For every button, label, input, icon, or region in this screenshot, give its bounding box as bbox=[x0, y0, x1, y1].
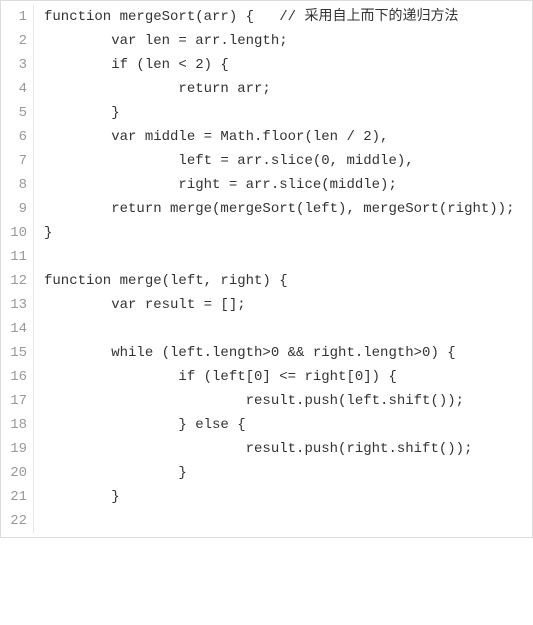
line-number: 10 bbox=[1, 221, 33, 245]
code-content: function mergeSort(arr) { // 采用自上而下的递归方法 bbox=[44, 5, 532, 29]
gutter-divider bbox=[33, 197, 34, 221]
gutter-divider bbox=[33, 245, 34, 269]
code-line: 3 if (len < 2) { bbox=[1, 53, 532, 77]
gutter-divider bbox=[33, 317, 34, 341]
code-content: var middle = Math.floor(len / 2), bbox=[44, 125, 532, 149]
code-line: 21 } bbox=[1, 485, 532, 509]
code-line: 13 var result = []; bbox=[1, 293, 532, 317]
code-content: var result = []; bbox=[44, 293, 532, 317]
gutter-divider bbox=[33, 77, 34, 101]
line-number: 6 bbox=[1, 125, 33, 149]
code-line: 22 bbox=[1, 509, 532, 533]
code-line: 11 bbox=[1, 245, 532, 269]
code-line: 18 } else { bbox=[1, 413, 532, 437]
code-content: left = arr.slice(0, middle), bbox=[44, 149, 532, 173]
line-number: 5 bbox=[1, 101, 33, 125]
line-number: 14 bbox=[1, 317, 33, 341]
gutter-divider bbox=[33, 293, 34, 317]
gutter-divider bbox=[33, 125, 34, 149]
gutter-divider bbox=[33, 389, 34, 413]
code-content: while (left.length>0 && right.length>0) … bbox=[44, 341, 532, 365]
line-number: 21 bbox=[1, 485, 33, 509]
line-number: 22 bbox=[1, 509, 33, 533]
line-number: 2 bbox=[1, 29, 33, 53]
gutter-divider bbox=[33, 53, 34, 77]
gutter-divider bbox=[33, 5, 34, 29]
code-content: result.push(left.shift()); bbox=[44, 389, 532, 413]
code-line: 2 var len = arr.length; bbox=[1, 29, 532, 53]
line-number: 18 bbox=[1, 413, 33, 437]
gutter-divider bbox=[33, 437, 34, 461]
line-number: 9 bbox=[1, 197, 33, 221]
gutter-divider bbox=[33, 485, 34, 509]
code-content: return merge(mergeSort(left), mergeSort(… bbox=[44, 197, 532, 221]
code-line: 15 while (left.length>0 && right.length>… bbox=[1, 341, 532, 365]
code-line: 10} bbox=[1, 221, 532, 245]
code-content: } bbox=[44, 461, 532, 485]
code-line: 12 function merge(left, right) { bbox=[1, 269, 532, 293]
code-line: 8 right = arr.slice(middle); bbox=[1, 173, 532, 197]
line-number: 13 bbox=[1, 293, 33, 317]
gutter-divider bbox=[33, 173, 34, 197]
code-content: } else { bbox=[44, 413, 532, 437]
code-block: 1 function mergeSort(arr) { // 采用自上而下的递归方… bbox=[0, 0, 533, 538]
code-line: 9 return merge(mergeSort(left), mergeSor… bbox=[1, 197, 532, 221]
line-number: 17 bbox=[1, 389, 33, 413]
line-number: 16 bbox=[1, 365, 33, 389]
line-number: 15 bbox=[1, 341, 33, 365]
code-content: } bbox=[44, 485, 532, 509]
code-content: right = arr.slice(middle); bbox=[44, 173, 532, 197]
code-line: 16 if (left[0] <= right[0]) { bbox=[1, 365, 532, 389]
code-line: 4 return arr; bbox=[1, 77, 532, 101]
code-line: 19 result.push(right.shift()); bbox=[1, 437, 532, 461]
gutter-divider bbox=[33, 149, 34, 173]
code-content: if (left[0] <= right[0]) { bbox=[44, 365, 532, 389]
line-number: 8 bbox=[1, 173, 33, 197]
code-line: 17 result.push(left.shift()); bbox=[1, 389, 532, 413]
line-number: 11 bbox=[1, 245, 33, 269]
code-content: function merge(left, right) { bbox=[44, 269, 532, 293]
code-content: if (len < 2) { bbox=[44, 53, 532, 77]
code-line: 6 var middle = Math.floor(len / 2), bbox=[1, 125, 532, 149]
line-number: 3 bbox=[1, 53, 33, 77]
gutter-divider bbox=[33, 413, 34, 437]
code-content: var len = arr.length; bbox=[44, 29, 532, 53]
code-content: return arr; bbox=[44, 77, 532, 101]
gutter-divider bbox=[33, 461, 34, 485]
line-number: 1 bbox=[1, 5, 33, 29]
line-number: 19 bbox=[1, 437, 33, 461]
code-line: 5 } bbox=[1, 101, 532, 125]
line-number: 7 bbox=[1, 149, 33, 173]
gutter-divider bbox=[33, 269, 34, 293]
gutter-divider bbox=[33, 29, 34, 53]
gutter-divider bbox=[33, 221, 34, 245]
code-content: } bbox=[44, 101, 532, 125]
code-content: result.push(right.shift()); bbox=[44, 437, 532, 461]
code-content: } bbox=[44, 221, 532, 245]
line-number: 20 bbox=[1, 461, 33, 485]
gutter-divider bbox=[33, 509, 34, 533]
code-line: 20 } bbox=[1, 461, 532, 485]
gutter-divider bbox=[33, 101, 34, 125]
code-line: 14 bbox=[1, 317, 532, 341]
code-line: 7 left = arr.slice(0, middle), bbox=[1, 149, 532, 173]
line-number: 4 bbox=[1, 77, 33, 101]
gutter-divider bbox=[33, 341, 34, 365]
code-line: 1 function mergeSort(arr) { // 采用自上而下的递归方… bbox=[1, 5, 532, 29]
gutter-divider bbox=[33, 365, 34, 389]
line-number: 12 bbox=[1, 269, 33, 293]
